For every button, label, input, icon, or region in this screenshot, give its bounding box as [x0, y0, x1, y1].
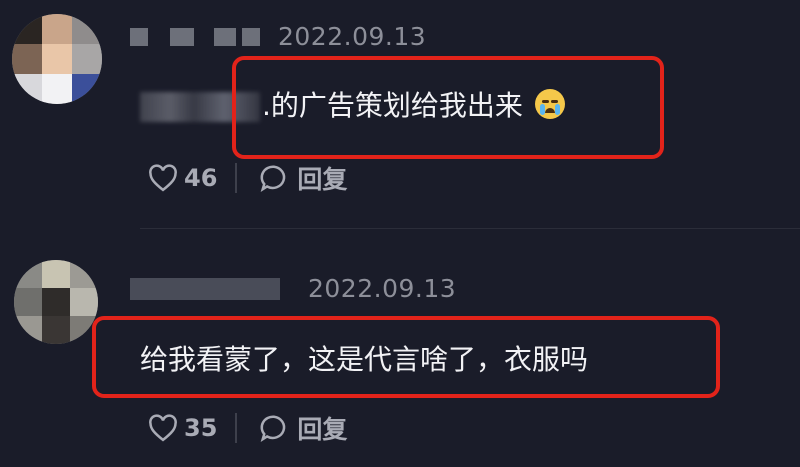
comment-text-content: 给我看蒙了，这是代言啥了，衣服吗 — [140, 343, 589, 376]
heart-icon[interactable] — [148, 164, 178, 192]
like-count: 46 — [184, 164, 218, 192]
comment-item: 2022.09.13 给我看蒙了，这是代言啥了，衣服吗 35 回复 — [0, 230, 800, 467]
comment-date: 2022.09.13 — [278, 22, 427, 51]
username-mosaic[interactable] — [130, 278, 280, 300]
like-count: 35 — [184, 414, 218, 442]
username-mosaic[interactable] — [130, 28, 260, 46]
comment-text: .的广告策划给我出来 — [262, 84, 565, 124]
speech-bubble-icon[interactable] — [259, 163, 289, 193]
divider — [235, 163, 238, 193]
avatar[interactable] — [12, 14, 102, 104]
speech-bubble-icon[interactable] — [259, 413, 289, 443]
divider-line — [140, 228, 800, 229]
comment-text: 给我看蒙了，这是代言啥了，衣服吗 — [140, 338, 588, 378]
crying-face-icon — [534, 89, 565, 119]
comment-actions: 35 回复 — [148, 410, 347, 446]
avatar[interactable] — [14, 260, 98, 344]
reply-button[interactable]: 回复 — [297, 410, 347, 446]
reply-button[interactable]: 回复 — [297, 160, 347, 196]
heart-icon[interactable] — [148, 414, 178, 442]
divider — [235, 413, 238, 443]
comment-item: 2022.09.13 .的广告策划给我出来 46 回复 — [0, 0, 800, 230]
comment-date: 2022.09.13 — [308, 274, 457, 303]
comment-text-content: .的广告策划给我出来 — [262, 89, 523, 122]
comment-actions: 46 回复 — [148, 160, 347, 196]
